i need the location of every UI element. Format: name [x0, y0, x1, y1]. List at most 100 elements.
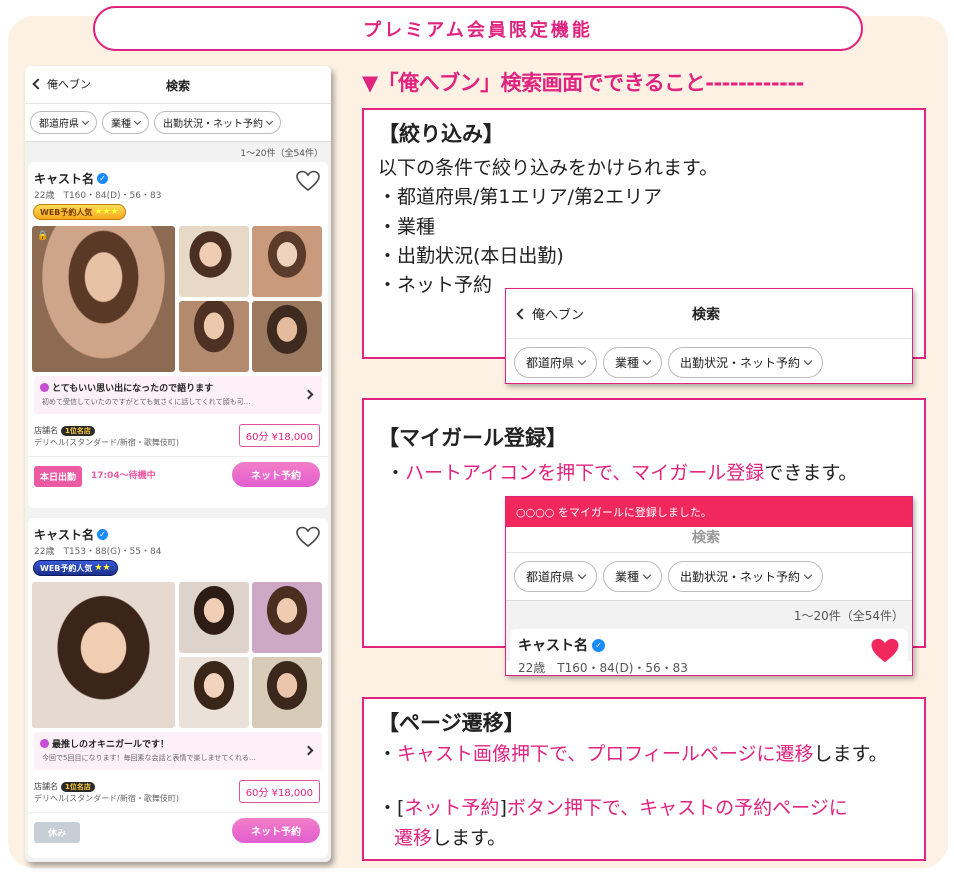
status-badge: 休み — [34, 822, 81, 843]
cast-stats: 22歳 T160・84(D)・56・83 — [518, 661, 688, 675]
verified-icon: ✓ — [592, 638, 605, 652]
shop-label: 店舗名 1位名店 — [34, 425, 95, 436]
cast-photo-main[interactable] — [32, 582, 175, 728]
chip-prefecture[interactable]: 都道府県 — [514, 347, 598, 378]
cast-photo-thumb[interactable] — [179, 582, 249, 653]
status-badge: 本日出勤 — [34, 466, 83, 487]
toast-message: ○○○○ をマイガールに登録しました。 — [506, 497, 912, 527]
shop-type: デリヘル(スタンダード/新宿・歌舞伎町) — [34, 794, 179, 803]
back-button[interactable]: 俺へブン — [516, 304, 585, 323]
result-count: 1～20件（全54件） — [793, 609, 904, 623]
heart-filled-icon[interactable] — [870, 637, 900, 664]
cast-photo-thumb[interactable] — [252, 301, 322, 372]
filter-box-title: 【絞り込み】 — [378, 122, 504, 146]
shop-label: 店舗名 1位名店 — [34, 781, 95, 792]
net-reserve-button[interactable]: ネット予約 — [232, 818, 320, 843]
divider — [28, 456, 328, 457]
chip-label: 業種 — [615, 356, 640, 370]
cast-photo-thumb[interactable] — [179, 226, 249, 297]
bullet: ・ — [386, 462, 406, 484]
star-icon: ★★ — [94, 563, 111, 573]
price-tag: 60分 ¥18,000 — [238, 780, 320, 803]
shop-label-text: 店舗名 — [34, 426, 58, 435]
section-heading: ▼「俺へブン」検索画面でできること------------ — [362, 71, 804, 95]
verified-icon: ✓ — [97, 529, 109, 540]
page-line-2-highlight-2: ボタン押下で、キャストの予約ページに — [506, 797, 848, 819]
back-label: 俺へブン — [532, 308, 585, 323]
chip-label: 出勤状況・ネット予約 — [680, 356, 801, 370]
chat-icon — [40, 739, 49, 748]
result-count: 1～20件（全54件） — [240, 149, 323, 159]
filter-item: ・都道府県/第1エリア/第2エリア — [378, 186, 662, 208]
chip-label: 都道府県 — [526, 570, 575, 584]
mygirl-screen-preview: 検索 ○○○○ をマイガールに登録しました。 都道府県 業種 出勤状況・ネット予… — [505, 496, 913, 676]
chip-label: 業種 — [111, 119, 131, 130]
review-body: 今回で5回目になります！毎回素な会話と表情で楽しませてくれる… — [42, 754, 257, 762]
search-screen-preview: 俺へブン 検索 都道府県 業種 出勤状況・ネット予約 — [505, 288, 913, 384]
preview-header: 俺へブン 検索 — [506, 289, 912, 339]
chip-industry[interactable]: 業種 — [603, 347, 663, 378]
chevron-down-icon — [577, 356, 587, 366]
chevron-left-icon — [516, 307, 528, 320]
mygirl-desc-highlight: ハートアイコンを押下で、マイガール登録 — [405, 462, 765, 484]
banner-label: プレミアム会員限定機能 — [363, 19, 593, 41]
filter-item: ・ネット予約 — [378, 274, 493, 296]
filter-item: ・出勤状況(本日出勤) — [378, 245, 564, 267]
cast-photo-thumb[interactable] — [179, 657, 249, 728]
cast-name-text: キャスト名 — [518, 638, 588, 654]
filter-chips: 都道府県 業種 出勤状況・ネット予約 — [25, 104, 331, 142]
lock-icon: 🔒 — [37, 231, 49, 241]
preview-list: 1～20件（全54件） キャスト名 ✓ — [506, 601, 912, 669]
mygirl-desc-suffix: できます。 — [764, 462, 858, 484]
filter-chips: 都道府県 業種 出勤状況・ネット予約 — [506, 339, 912, 383]
chip-label: 業種 — [615, 570, 640, 584]
bullet: ・[ — [378, 797, 405, 819]
price-tag: 60分 ¥18,000 — [238, 424, 320, 447]
review-preview[interactable]: とてもいい思い出になったので語ります 初めて受信していたのですがとても気さくに話… — [34, 376, 322, 414]
chip-attendance[interactable]: 出勤状況・ネット予約 — [668, 347, 824, 378]
cast-name-text: キャスト名 — [34, 172, 95, 186]
filter-intro: 以下の条件で絞り込みをかけられます。 — [378, 157, 719, 179]
chip-attendance[interactable]: 出勤状況・ネット予約 — [154, 111, 281, 134]
cast-card: キャスト名 ✓ 22歳 T160・84(D)・56・83 WEB予約人気 ★★★ 🔒… — [28, 162, 328, 508]
review-title: とてもいい思い出になったので語ります — [40, 381, 213, 394]
chip-prefecture[interactable]: 都道府県 — [514, 561, 598, 592]
page-box-title: 【ページ遷移】 — [378, 711, 525, 735]
page-line-1-suffix: します。 — [813, 743, 888, 765]
cast-photo-thumb[interactable] — [252, 657, 322, 728]
page-line-3: 遷移します。 — [394, 823, 506, 850]
shop-type: デリヘル(スタンダード/新宿・歌舞伎町) — [34, 438, 179, 447]
chip-attendance[interactable]: 出勤状況・ネット予約 — [668, 561, 824, 592]
page-title: 検索 — [165, 79, 190, 93]
cast-photos[interactable] — [32, 582, 322, 728]
page-line-3-suffix: します。 — [432, 827, 507, 849]
heart-outline-icon[interactable] — [296, 526, 320, 548]
review-title: 最推しのオキニガールです！ — [40, 737, 169, 750]
chip-label: 出勤状況・ネット予約 — [163, 119, 263, 130]
cast-photo-main[interactable]: 🔒 — [32, 226, 175, 372]
cast-photo-thumb[interactable] — [252, 226, 322, 297]
page-transition-box: 【ページ遷移】 ・キャスト画像押下で、プロフィールページに遷移します。 ・[ネッ… — [362, 697, 926, 861]
review-title-text: とてもいい思い出になったので語ります — [52, 384, 214, 394]
cast-photo-thumb[interactable] — [179, 301, 249, 372]
badge-label: WEB予約人気 — [40, 207, 93, 217]
heart-outline-icon[interactable] — [296, 170, 320, 192]
cast-photo-thumb[interactable] — [252, 582, 322, 653]
chip-industry[interactable]: 業種 — [102, 111, 149, 134]
chip-prefecture[interactable]: 都道府県 — [30, 111, 97, 134]
shop-label-text: 店舗名 — [34, 782, 58, 791]
page-title: 検索 — [692, 530, 720, 546]
chat-icon — [40, 383, 49, 392]
cast-stats: 22歳 T160・84(D)・56・83 — [34, 191, 162, 201]
bullet: ・ — [378, 743, 398, 765]
page-title: 検索 — [692, 307, 720, 323]
shop-rank-badge: 1位名店 — [61, 425, 95, 436]
review-preview[interactable]: 最推しのオキニガールです！ 今回で5回目になります！毎回素な会話と表情で楽しませ… — [34, 732, 322, 770]
chevron-down-icon — [803, 356, 813, 366]
net-reserve-button[interactable]: ネット予約 — [232, 462, 320, 487]
chevron-right-icon — [303, 745, 314, 756]
cast-photos[interactable]: 🔒 — [32, 226, 322, 372]
shop-rank-badge: 1位名店 — [61, 781, 95, 792]
phone-screen: 俺へブン 検索 都道府県 業種 出勤状況・ネット予約 1～20件（全54件） キ… — [25, 66, 331, 862]
chip-industry[interactable]: 業種 — [603, 561, 663, 592]
